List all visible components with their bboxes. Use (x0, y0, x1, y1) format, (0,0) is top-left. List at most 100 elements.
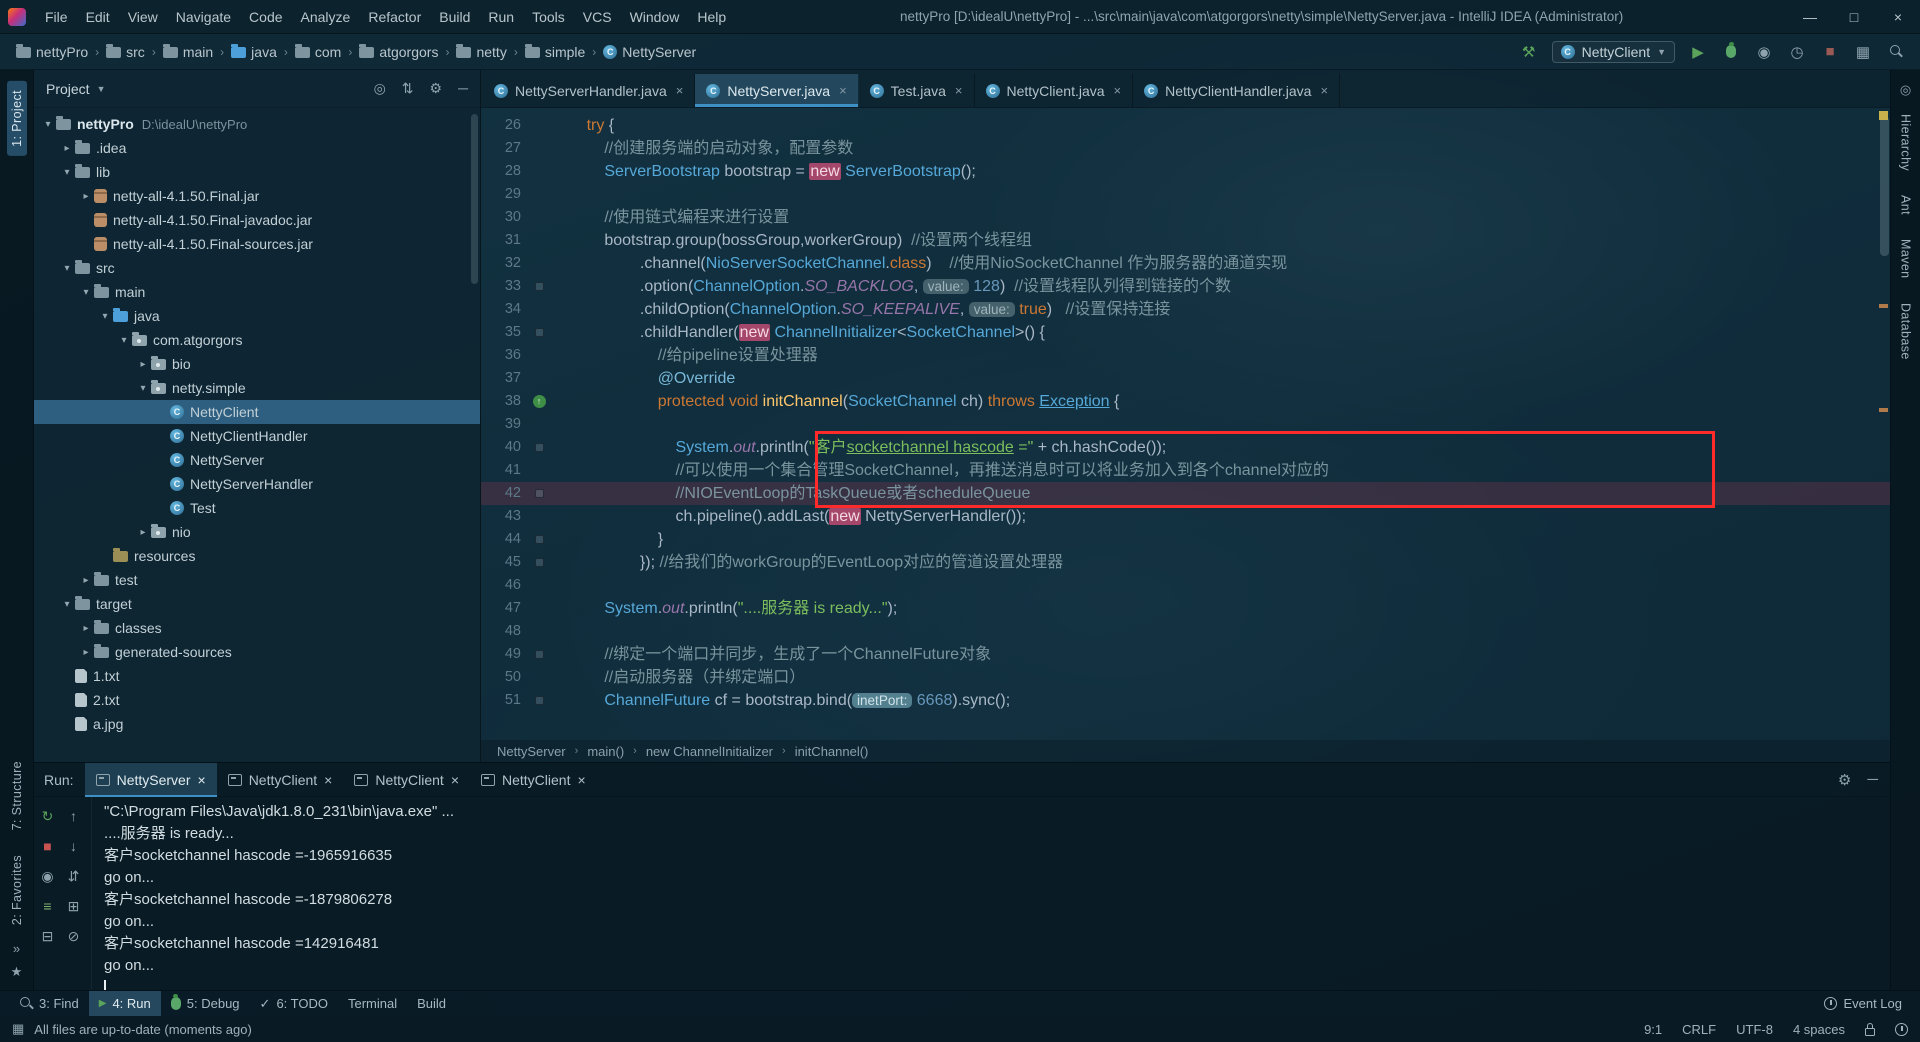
memory-indicator-icon[interactable] (1895, 1022, 1908, 1036)
project-panel-title[interactable]: Project (46, 81, 90, 97)
code-line[interactable]: 34 .childOption(ChannelOption.SO_KEEPALI… (481, 298, 1890, 321)
code-line[interactable]: 37 @Override (481, 367, 1890, 390)
tree-row[interactable]: ▾ java (34, 304, 480, 328)
tree-row[interactable]: ▾ main (34, 280, 480, 304)
tree-row[interactable]: ▸ bio (34, 352, 480, 376)
editor-breadcrumb-item[interactable]: initChannel() (795, 744, 869, 759)
tree-row[interactable]: 1.txt (34, 664, 480, 688)
code-line[interactable]: 47 System.out.println("....服务器 is ready.… (481, 597, 1890, 620)
breadcrumb-item[interactable]: com (291, 42, 345, 62)
editor-tab[interactable]: C NettyServer.java × (695, 74, 859, 107)
tree-row[interactable]: ▾ com.atgorgors (34, 328, 480, 352)
editor-breadcrumb-item[interactable]: main() (587, 744, 624, 759)
expanded-arrow-icon[interactable]: ▾ (135, 383, 151, 394)
menu-item-analyze[interactable]: Analyze (292, 5, 360, 29)
close-icon[interactable]: × (324, 772, 332, 788)
tree-row[interactable]: ▾ target (34, 592, 480, 616)
toolwindow-button-6-todo[interactable]: ✓ 6: TODO (250, 991, 338, 1016)
code-line[interactable]: 36 //给pipeline设置处理器 (481, 344, 1890, 367)
sidebar-item-favorites[interactable]: 2: Favorites (7, 846, 27, 934)
more-icon[interactable]: » (13, 941, 20, 956)
menu-item-run[interactable]: Run (479, 5, 523, 29)
menu-item-build[interactable]: Build (430, 5, 479, 29)
tree-row[interactable]: C Test (34, 496, 480, 520)
close-icon[interactable]: × (577, 772, 585, 788)
run-tab[interactable]: NettyServer × (84, 762, 217, 797)
profiler-icon[interactable]: ◷ (1787, 42, 1807, 62)
tree-row[interactable]: ▾ lib (34, 160, 480, 184)
collapsed-arrow-icon[interactable]: ▸ (59, 143, 75, 154)
file-encoding[interactable]: UTF-8 (1736, 1022, 1773, 1037)
menu-item-edit[interactable]: Edit (77, 5, 119, 29)
tree-row[interactable]: C NettyServerHandler (34, 472, 480, 496)
code-line[interactable]: 35 .childHandler(new ChannelInitializer<… (481, 321, 1890, 344)
sidebar-item-database[interactable]: Database (1896, 294, 1916, 369)
tree-row[interactable]: C NettyServer (34, 448, 480, 472)
expanded-arrow-icon[interactable]: ▾ (78, 287, 94, 298)
code-line[interactable]: 27 //创建服务端的启动对象，配置参数 (481, 137, 1890, 160)
collapsed-arrow-icon[interactable]: ▸ (135, 527, 151, 538)
project-scrollbar[interactable] (471, 114, 478, 284)
code-line[interactable]: 33 .option(ChannelOption.SO_BACKLOG, val… (481, 275, 1890, 298)
tree-row[interactable]: netty-all-4.1.50.Final-sources.jar (34, 232, 480, 256)
code-line[interactable]: 30 //使用链式编程来进行设置 (481, 206, 1890, 229)
settings-icon[interactable]: ⚙ (1838, 771, 1851, 789)
indent-style[interactable]: 4 spaces (1793, 1022, 1845, 1037)
close-icon[interactable]: × (198, 772, 206, 788)
stop-icon[interactable]: ■ (1820, 42, 1840, 62)
maximize-button[interactable]: □ (1832, 0, 1876, 34)
tree-row[interactable]: resources (34, 544, 480, 568)
code-line[interactable]: 48 (481, 620, 1890, 643)
expanded-arrow-icon[interactable]: ▾ (59, 167, 75, 178)
breadcrumb-item[interactable]: simple (521, 42, 589, 62)
sidebar-item-ant[interactable]: Ant (1896, 186, 1916, 224)
expanded-arrow-icon[interactable]: ▾ (59, 599, 75, 610)
menu-item-code[interactable]: Code (240, 5, 291, 29)
tree-row[interactable]: 2.txt (34, 688, 480, 712)
caret-position[interactable]: 9:1 (1644, 1022, 1662, 1037)
hide-icon[interactable]: ─ (458, 80, 468, 97)
down-stack-icon[interactable]: ↓ (63, 835, 85, 857)
stop-icon[interactable]: ■ (37, 835, 59, 857)
lock-icon[interactable] (1865, 1022, 1875, 1036)
collapsed-arrow-icon[interactable]: ▸ (78, 191, 94, 202)
menu-item-view[interactable]: View (119, 5, 167, 29)
editor-breadcrumb-item[interactable]: NettyServer (497, 744, 566, 759)
code-line[interactable]: 49 //绑定一个端口并同步，生成了一个ChannelFuture对象 (481, 643, 1890, 666)
close-icon[interactable]: × (955, 83, 963, 98)
collapsed-arrow-icon[interactable]: ▸ (78, 647, 94, 658)
menu-item-vcs[interactable]: VCS (574, 5, 621, 29)
breadcrumb-item[interactable]: nettyPro (12, 42, 92, 62)
toolwindow-button-5-debug[interactable]: 5: Debug (161, 991, 250, 1016)
menu-item-file[interactable]: File (36, 5, 77, 29)
sidebar-item-structure[interactable]: 7: Structure (7, 752, 27, 839)
overriding-method-icon[interactable]: ↑ (532, 395, 546, 408)
code-line[interactable]: 32 .channel(NioServerSocketChannel.class… (481, 252, 1890, 275)
toolwindow-button-3-find[interactable]: 3: Find (10, 991, 89, 1016)
menu-item-navigate[interactable]: Navigate (167, 5, 240, 29)
tree-row[interactable]: C NettyClient (34, 400, 480, 424)
code-editor[interactable]: 26 try {27 //创建服务端的启动对象，配置参数 28 ServerBoo… (481, 108, 1890, 740)
breadcrumb-item[interactable]: src (102, 42, 149, 62)
code-line[interactable]: 43 ch.pipeline().addLast(new NettyServer… (481, 505, 1890, 528)
rerun-icon[interactable]: ↻ (37, 805, 59, 827)
code-line[interactable]: 28 ServerBootstrap bootstrap = new Serve… (481, 160, 1890, 183)
breadcrumb-item[interactable]: atgorgors (355, 42, 442, 62)
menu-item-window[interactable]: Window (621, 5, 689, 29)
toolwindow-button-4-run[interactable]: ▶ 4: Run (88, 991, 161, 1016)
collapsed-arrow-icon[interactable]: ▸ (78, 623, 94, 634)
code-line[interactable]: 38 ↑ protected void initChannel(SocketCha… (481, 390, 1890, 413)
close-icon[interactable]: × (1114, 83, 1122, 98)
run-icon[interactable]: ▶ (1688, 42, 1708, 62)
run-tab[interactable]: NettyClient × (343, 763, 470, 797)
run-tab[interactable]: NettyClient × (470, 763, 597, 797)
close-icon[interactable]: × (1320, 83, 1328, 98)
close-icon[interactable]: × (676, 83, 684, 98)
sidebar-item-project[interactable]: 1: Project (6, 81, 27, 156)
tree-row[interactable]: C NettyClientHandler (34, 424, 480, 448)
editor-tab[interactable]: C Test.java × (859, 74, 975, 107)
tree-row[interactable]: ▾ nettyPro D:\idealU\nettyPro (34, 112, 480, 136)
editor-tab[interactable]: C NettyClient.java × (975, 74, 1134, 107)
tree-row[interactable]: ▸ classes (34, 616, 480, 640)
tree-row[interactable]: netty-all-4.1.50.Final-javadoc.jar (34, 208, 480, 232)
